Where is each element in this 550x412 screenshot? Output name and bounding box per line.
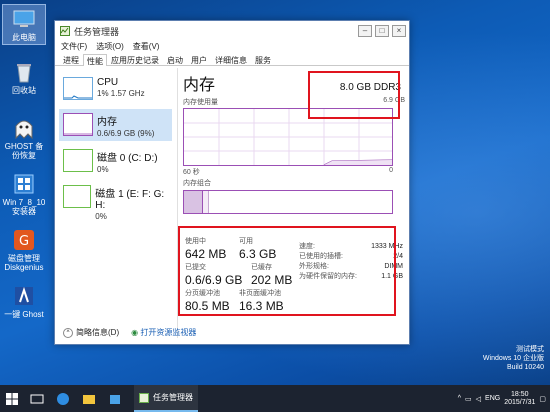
maximize-button[interactable]: □	[375, 25, 389, 37]
taskbar-task-manager[interactable]: 任务管理器	[134, 385, 198, 412]
composition-label: 内存组合	[183, 180, 211, 187]
desktop-icon-recycle-bin[interactable]: 回收站	[2, 60, 46, 95]
less-details-link[interactable]: 简略信息(D)	[76, 327, 119, 338]
edge-icon	[57, 392, 69, 405]
start-button[interactable]	[0, 385, 24, 412]
composition-used-segment	[184, 191, 203, 213]
resource-item-disk-0[interactable]: 磁盘 0 (C: D:) 0%	[59, 145, 172, 177]
network-icon[interactable]: ▭	[465, 395, 472, 403]
taskbar-app-label: 任务管理器	[153, 393, 193, 402]
tab-users[interactable]: 用户	[187, 53, 211, 65]
resource-item-cpu[interactable]: CPU 1% 1.57 GHz	[59, 73, 172, 105]
desktop-icon-win-installer[interactable]: Win 7_8_10 安装器	[2, 172, 46, 216]
resource-title: 内存	[97, 117, 117, 128]
desktop-icon-label: GHOST 备份恢复	[4, 142, 44, 160]
composition-header: 内存组合	[183, 178, 405, 188]
usage-graph-scale: 60 秒 0	[183, 167, 393, 177]
folder-icon	[83, 394, 95, 404]
recycle-bin-icon	[12, 60, 36, 84]
clock-date: 2015/7/31	[504, 398, 536, 406]
taskbar-app-explorer[interactable]	[79, 389, 99, 409]
resource-subtitle: 0%	[97, 165, 109, 174]
tab-startup[interactable]: 启动	[163, 53, 187, 65]
scale-left: 60 秒	[183, 169, 200, 176]
resource-subtitle: 0.6/6.9 GB (9%)	[97, 129, 155, 138]
desktop-icon-label: 此电脑	[12, 33, 36, 42]
tab-performance[interactable]: 性能	[83, 54, 107, 66]
window-title: 任务管理器	[74, 26, 120, 37]
menu-bar: 文件(F) 选项(O) 查看(V)	[55, 41, 409, 53]
minimize-button[interactable]: –	[358, 25, 372, 37]
window-footer: ^ 简略信息(D) ◉ 打开资源监视器	[63, 327, 196, 338]
task-manager-taskbar-icon	[139, 392, 149, 403]
disk0-thumbnail	[63, 149, 93, 172]
clock[interactable]: 18:50 2015/7/31	[504, 391, 535, 407]
task-view-button[interactable]	[27, 389, 47, 409]
windows-logo-icon	[6, 392, 18, 405]
resource-item-disk-1[interactable]: 磁盘 1 (E: F: G: H: 0%	[59, 181, 172, 221]
volume-icon[interactable]: ◁	[476, 395, 481, 403]
resource-title: 磁盘 0 (C: D:)	[97, 153, 158, 164]
chevron-up-icon[interactable]: ^	[63, 327, 73, 338]
installer-icon	[12, 172, 36, 196]
tab-processes[interactable]: 进程	[59, 53, 83, 65]
open-resource-monitor-link[interactable]: ◉ 打开资源监视器	[131, 327, 196, 338]
task-manager-icon	[60, 26, 70, 36]
composition-cached-segment	[203, 191, 209, 213]
clock-time: 18:50	[511, 390, 529, 398]
cpu-thumbnail	[63, 77, 93, 100]
scale-right: 0	[389, 167, 393, 174]
diskgenius-icon: G	[12, 228, 36, 252]
watermark-line-1: 测试模式	[516, 346, 544, 353]
memory-composition-bar	[183, 190, 393, 214]
watermark-line-2: Windows 10 企业版	[482, 355, 544, 362]
resource-title: 磁盘 1 (E: F: G: H:	[95, 189, 165, 211]
tab-strip: 进程 性能 应用历史记录 启动 用户 详细信息 服务	[55, 53, 409, 66]
desktop-icon-label: 磁盘管理 Diskgenius	[4, 254, 44, 272]
close-button[interactable]: ×	[392, 25, 406, 37]
tab-app-history[interactable]: 应用历史记录	[107, 53, 163, 65]
watermark-line-3: Build 10240	[507, 364, 544, 371]
disk1-thumbnail	[63, 185, 92, 208]
ghost-icon	[12, 116, 36, 140]
notification-icon[interactable]: ▢	[539, 395, 546, 403]
highlight-box-stats	[178, 226, 396, 316]
resource-monitor-icon: ◉	[131, 328, 139, 337]
menu-view[interactable]: 查看(V)	[133, 41, 160, 53]
test-mode-watermark: 测试模式 Windows 10 企业版 Build 10240	[483, 345, 544, 372]
open-resource-monitor-label: 打开资源监视器	[140, 328, 197, 337]
language-indicator[interactable]: ENG	[485, 395, 500, 402]
desktop-icon-label: Win 7_8_10 安装器	[2, 198, 46, 216]
desktop-icon-diskgenius[interactable]: G 磁盘管理 Diskgenius	[2, 228, 46, 272]
memory-thumbnail	[63, 113, 93, 136]
menu-options[interactable]: 选项(O)	[96, 41, 124, 53]
tab-details[interactable]: 详细信息	[211, 53, 251, 65]
usage-graph-label: 内存使用量	[183, 99, 218, 106]
menu-file[interactable]: 文件(F)	[61, 41, 87, 53]
resource-subtitle: 1% 1.57 GHz	[97, 89, 145, 98]
task-view-icon	[30, 394, 44, 403]
tab-services[interactable]: 服务	[251, 53, 275, 65]
taskbar: 任务管理器 ^ ▭ ◁ ENG 18:50 2015/7/31 ▢	[0, 385, 550, 412]
taskbar-app-store[interactable]	[105, 389, 125, 409]
computer-icon	[12, 7, 36, 31]
resource-list: CPU 1% 1.57 GHz 内存 0.6/6.9 GB (9%) 磁盘 0 …	[59, 73, 172, 221]
highlight-box-spec	[308, 71, 400, 119]
resource-title: CPU	[97, 77, 119, 88]
svg-text:G: G	[19, 234, 29, 249]
store-icon	[110, 394, 120, 404]
desktop-icon-this-pc[interactable]: 此电脑	[2, 4, 46, 45]
onekey-ghost-icon	[12, 284, 36, 308]
taskbar-app-edge[interactable]	[53, 389, 73, 409]
desktop-icon-onekey-ghost[interactable]: 一键 Ghost	[2, 284, 46, 319]
tray-chevron-icon[interactable]: ^	[458, 395, 461, 402]
system-tray: ^ ▭ ◁ ENG 18:50 2015/7/31 ▢	[458, 385, 546, 412]
desktop-icon-label: 一键 Ghost	[4, 310, 44, 319]
resource-subtitle: 0%	[95, 212, 107, 221]
window-titlebar[interactable]: 任务管理器 – □ ×	[55, 21, 409, 41]
resource-item-memory[interactable]: 内存 0.6/6.9 GB (9%)	[59, 109, 172, 141]
desktop-icon-label: 回收站	[12, 86, 36, 95]
desktop-icon-ghost-backup[interactable]: GHOST 备份恢复	[2, 116, 46, 160]
